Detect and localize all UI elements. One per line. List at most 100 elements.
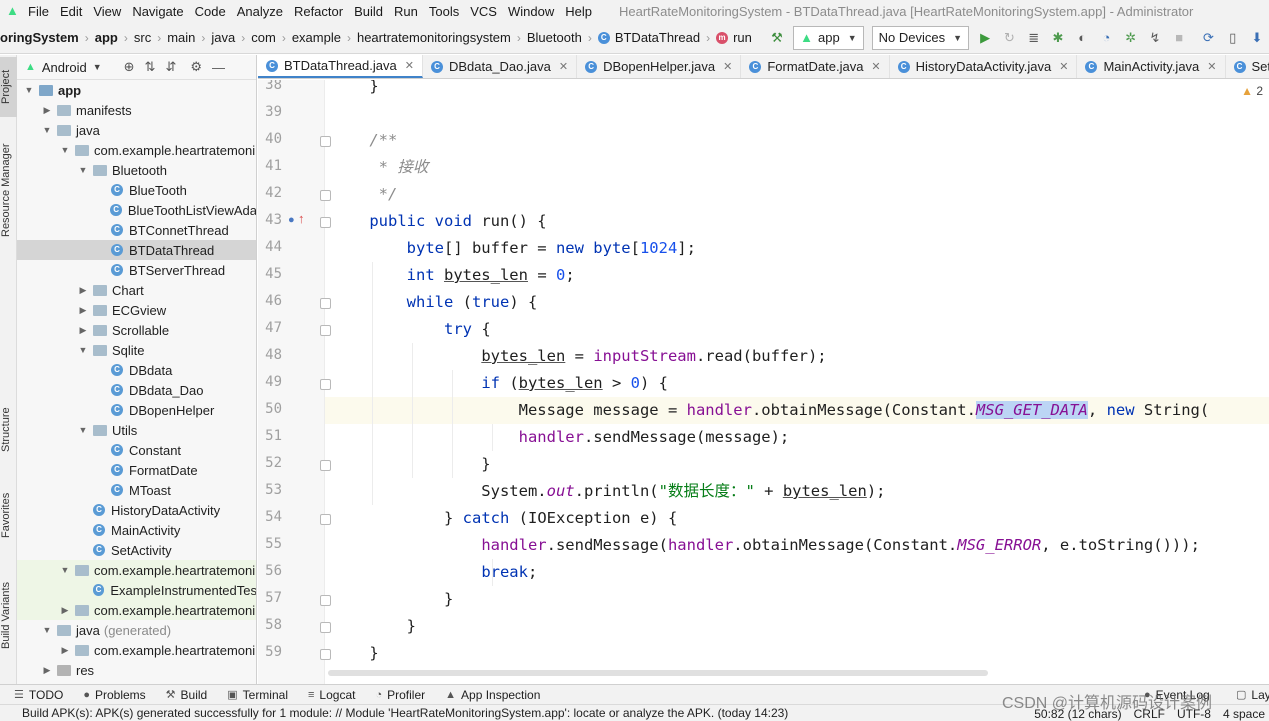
hammer-icon[interactable]: ⚒ [770,30,784,46]
code-line[interactable]: } [258,80,1269,100]
tool-tab-structure[interactable]: Structure [0,400,17,460]
chevron-down-icon[interactable]: ▼ [41,125,53,135]
chevron-down-icon[interactable]: ▼ [93,62,102,72]
fold-marker-icon[interactable] [320,136,331,147]
expand-all-icon[interactable]: ⇅ [145,59,156,75]
fold-marker-icon[interactable] [320,190,331,201]
chevron-right-icon[interactable]: ▶ [77,285,89,296]
code-line[interactable]: int bytes_len = 0; [258,262,1269,289]
menu-refactor[interactable]: Refactor [294,4,343,19]
breadcrumb-example[interactable]: example [292,30,341,45]
breadcrumb-main[interactable]: main [167,30,195,45]
chevron-right-icon[interactable]: ▶ [59,645,71,656]
code-line[interactable]: * 接收 [258,154,1269,181]
chevron-right-icon[interactable]: ▶ [41,665,53,676]
close-icon[interactable]: ✕ [559,60,568,73]
fold-marker-icon[interactable] [320,649,331,660]
tree-item[interactable]: ▶CExampleInstrumentedTes [17,580,256,600]
chevron-down-icon[interactable]: ▼ [59,145,71,155]
tab-formatdate[interactable]: C FormatDate.java ✕ [741,55,890,78]
tool-app-inspection[interactable]: ▲ App Inspection [445,688,540,702]
horizontal-scrollbar[interactable] [328,670,988,676]
fold-marker-icon[interactable] [320,379,331,390]
sdk-manager-icon[interactable]: ⬇ [1250,30,1264,46]
code-line[interactable] [258,100,1269,127]
device-manager-icon[interactable]: ▯ [1226,30,1240,46]
menu-tools[interactable]: Tools [429,4,459,19]
tree-item[interactable]: ▶CDBopenHelper [17,400,256,420]
code-line[interactable]: handler.sendMessage(message); [258,424,1269,451]
menu-file[interactable]: File [28,4,49,19]
chevron-right-icon[interactable]: ▶ [77,325,89,336]
code-line[interactable]: public void run() { [258,208,1269,235]
fold-marker-icon[interactable] [320,514,331,525]
close-icon[interactable]: ✕ [723,60,732,73]
gear-icon[interactable]: ⚙ [190,59,202,75]
tool-problems[interactable]: ● Problems [83,688,145,702]
fold-marker-icon[interactable] [320,622,331,633]
code-line[interactable]: byte[] buffer = new byte[1024]; [258,235,1269,262]
menu-edit[interactable]: Edit [60,4,82,19]
tree-item[interactable]: ▶CMToast [17,480,256,500]
code-editor[interactable]: } /** * 接收 */ public void run() { byte[]… [258,80,1269,684]
code-line[interactable]: handler.sendMessage(handler.obtainMessag… [258,532,1269,559]
code-line[interactable]: if (bytes_len > 0) { [258,370,1269,397]
breadcrumb-app[interactable]: app [95,30,118,45]
tree-item[interactable]: ▶ res [17,660,256,680]
tab-dbopenhelper[interactable]: C DBopenHelper.java ✕ [577,55,742,78]
menu-analyze[interactable]: Analyze [237,4,283,19]
tab-btdatathread[interactable]: C BTDataThread.java ✕ [258,55,423,78]
tool-terminal[interactable]: ▣ Terminal [227,688,288,702]
menu-run[interactable]: Run [394,4,418,19]
tool-tab-favorites[interactable]: Favorites [0,485,17,545]
tool-profiler[interactable]: ◔ Profiler [375,688,425,702]
tree-item[interactable]: ▼ java [17,120,256,140]
code-line[interactable]: */ [258,181,1269,208]
fold-marker-icon[interactable] [320,595,331,606]
close-icon[interactable]: ✕ [1059,60,1068,73]
breadcrumb-class[interactable]: C BTDataThread [597,30,700,45]
sync-icon[interactable]: ⟳ [1201,30,1215,46]
stop-icon[interactable]: ■ [1172,30,1186,46]
tab-setactivity[interactable]: C SetActivi [1226,55,1269,78]
tool-todo[interactable]: ☰ TODO [14,688,63,702]
tree-item[interactable]: ▶CConstant [17,440,256,460]
tool-tab-build-variants[interactable]: Build Variants [0,575,17,655]
profile-icon[interactable]: ◔ [1099,30,1113,46]
tree-item[interactable]: ▶CSetActivity [17,540,256,560]
collapse-all-icon[interactable]: ⇵ [165,59,176,75]
code-line[interactable]: } [258,451,1269,478]
tree-item[interactable]: ▶CBTServerThread [17,260,256,280]
fold-marker-icon[interactable] [320,460,331,471]
tree-item[interactable]: ▶ com.example.heartratemoni [17,640,256,660]
tab-dbdata-dao[interactable]: C DBdata_Dao.java ✕ [423,55,578,78]
chevron-down-icon[interactable]: ▼ [77,425,89,435]
tool-logcat[interactable]: ≡ Logcat [308,688,355,702]
code-line[interactable]: Message message = handler.obtainMessage(… [258,397,1269,424]
tree-item[interactable]: ▶ Scrollable [17,320,256,340]
coverage-icon[interactable]: ◐ [1075,30,1089,46]
code-line[interactable]: } catch (IOException e) { [258,505,1269,532]
fold-marker-icon[interactable] [320,217,331,228]
inspection-warnings[interactable]: ▲ 2 [1241,84,1263,98]
hide-icon[interactable]: — [212,60,225,75]
device-select[interactable]: No Devices ▼ [871,25,970,50]
breadcrumb-src[interactable]: src [134,30,151,45]
tree-item[interactable]: ▶CBTConnetThread [17,220,256,240]
tree-item[interactable]: ▶ manifests [17,100,256,120]
tool-build[interactable]: ⚒ Build [166,688,208,702]
run-config-select[interactable]: ▲ app ▼ [793,25,864,50]
code-line[interactable]: while (true) { [258,289,1269,316]
tree-item[interactable]: ▶CBTDataThread [17,240,256,260]
tree-item[interactable]: ▶CDBdata [17,360,256,380]
tree-item[interactable]: ▼ Sqlite [17,340,256,360]
locate-icon[interactable]: ⊕ [124,59,135,75]
tree-item[interactable]: ▶ ECGview [17,300,256,320]
menu-code[interactable]: Code [195,4,226,19]
apply-changes-icon[interactable]: ↯ [1148,30,1162,46]
chevron-right-icon[interactable]: ▶ [59,605,71,616]
menu-view[interactable]: View [93,4,121,19]
tree-item[interactable]: ▼ app [17,80,256,100]
menu-build[interactable]: Build [354,4,383,19]
attach-debugger-icon[interactable]: ✲ [1124,30,1138,46]
